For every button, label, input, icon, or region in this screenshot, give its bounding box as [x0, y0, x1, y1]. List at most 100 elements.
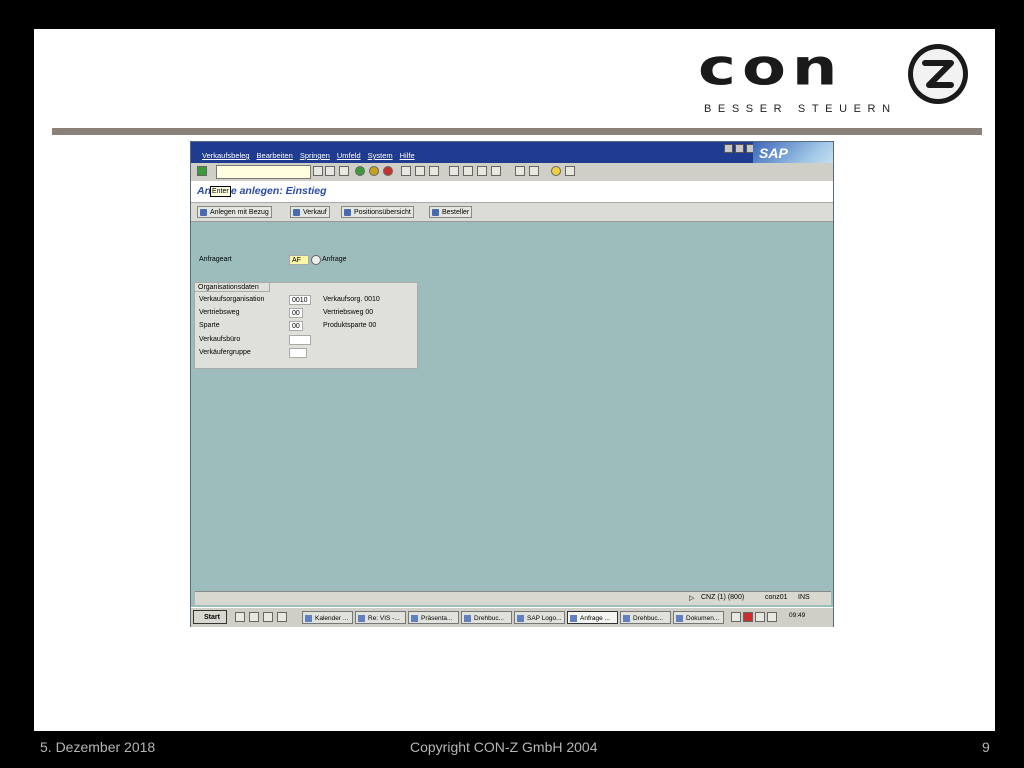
search-help-icon[interactable]	[311, 255, 321, 265]
anfrageart-label: Anfrageart	[199, 256, 232, 263]
footer-copyright: Copyright CON-Z GmbH 2004	[410, 739, 598, 755]
verkaufsorganisation-label: Verkaufsorganisation	[199, 296, 265, 303]
back-icon[interactable]	[355, 166, 365, 176]
calendar-icon	[305, 615, 312, 622]
menu-system[interactable]: System	[368, 151, 393, 160]
standard-toolbar	[191, 163, 833, 182]
task-kalender[interactable]: Kalender ...	[302, 611, 353, 624]
sap-brand-text: SAP	[759, 145, 788, 161]
z-emblem-icon	[908, 44, 968, 104]
status-system: CNZ (1) (800)	[701, 594, 745, 601]
anfrageart-description: Anfrage	[322, 256, 347, 263]
verkaeufergruppe-label: Verkäufergruppe	[199, 349, 251, 356]
find-next-icon[interactable]	[429, 166, 439, 176]
person-icon	[293, 209, 300, 216]
status-bar: ▷ CNZ (1) (800) conz01 INS	[195, 591, 831, 605]
sparte-description: Produktsparte 00	[323, 322, 377, 329]
menu-springen[interactable]: Springen	[300, 151, 330, 160]
besteller-button[interactable]: Besteller	[429, 206, 473, 218]
save-icon[interactable]	[339, 166, 349, 176]
task-sap-logon[interactable]: SAP Logo...	[514, 611, 565, 624]
quicklaunch-desktop-icon[interactable]	[263, 612, 273, 622]
person-icon	[344, 209, 351, 216]
previous-page-icon[interactable]	[463, 166, 473, 176]
task-praesentation[interactable]: Präsenta...	[408, 611, 459, 624]
start-button[interactable]: Start	[193, 610, 227, 624]
application-toolbar: Anlegen mit Bezug Verkauf Positionsübers…	[191, 202, 833, 222]
verkaufsbuero-input[interactable]	[289, 335, 311, 345]
task-re-vis[interactable]: Re: VIS -...	[355, 611, 406, 624]
vertriebsweg-input[interactable]: 00	[289, 308, 303, 318]
menu-bearbeiten[interactable]: Bearbeiten	[257, 151, 293, 160]
logo-wordmark: con	[698, 39, 844, 98]
command-dropdown-icon[interactable]	[313, 166, 323, 176]
command-field[interactable]	[216, 165, 311, 179]
exit-icon[interactable]	[369, 166, 379, 176]
positionsuebersicht-button[interactable]: Positionsübersicht	[341, 206, 414, 218]
con-z-logo: con BESSER STEUERN	[698, 41, 978, 127]
maximize-button[interactable]	[735, 144, 744, 153]
help-icon[interactable]	[551, 166, 561, 176]
vertriebsweg-label: Vertriebsweg	[199, 309, 240, 316]
verkaufsorganisation-input[interactable]: 0010	[289, 295, 311, 305]
cancel-icon[interactable]	[383, 166, 393, 176]
speaker-icon[interactable]	[767, 612, 777, 622]
document-icon	[464, 615, 471, 622]
menu-hilfe[interactable]: Hilfe	[400, 151, 415, 160]
layout-menu-icon[interactable]	[565, 166, 575, 176]
document-icon	[676, 615, 683, 622]
anlegen-mit-bezug-button[interactable]: Anlegen mit Bezug	[197, 206, 272, 218]
minimize-button[interactable]	[724, 144, 733, 153]
shortcut-icon[interactable]	[529, 166, 539, 176]
sap-menubar: Verkaufsbeleg Bearbeiten Springen Umfeld…	[191, 142, 833, 163]
organisationsdaten-group: Organisationsdaten Verkaufsorganisation …	[194, 282, 418, 369]
back-arrow-icon[interactable]	[325, 166, 335, 176]
footer-date: 5. Dezember 2018	[40, 739, 156, 755]
mail-icon	[358, 615, 365, 622]
tray-icon-1[interactable]	[731, 612, 741, 622]
enter-tooltip: Enter	[210, 186, 231, 197]
menu-umfeld[interactable]: Umfeld	[337, 151, 361, 160]
folder-icon	[411, 615, 418, 622]
menu-verkaufsbeleg[interactable]: Verkaufsbeleg	[202, 151, 250, 160]
vertriebsweg-description: Vertriebsweg 00	[323, 309, 374, 316]
new-session-icon[interactable]	[515, 166, 525, 176]
last-page-icon[interactable]	[491, 166, 501, 176]
status-mode: INS	[798, 594, 810, 601]
sap-window: Verkaufsbeleg Bearbeiten Springen Umfeld…	[190, 141, 834, 627]
logo-tagline: BESSER STEUERN	[704, 103, 897, 115]
sap-icon	[517, 615, 524, 622]
task-anfrage[interactable]: Anfrage ...	[567, 611, 618, 624]
find-icon[interactable]	[415, 166, 425, 176]
copy-icon	[200, 209, 207, 216]
screen-title-bar: Anfrage anlegen: Einstieg	[191, 181, 833, 202]
task-drehbuch-1[interactable]: Drehbuc...	[461, 611, 512, 624]
verkauf-button[interactable]: Verkauf	[290, 206, 330, 218]
sap-icon	[570, 615, 577, 622]
quicklaunch-outlook-icon[interactable]	[249, 612, 259, 622]
enter-checkmark-icon[interactable]	[197, 166, 207, 176]
status-expand-icon[interactable]: ▷	[689, 594, 694, 602]
verkaufsorganisation-description: Verkaufsorg. 0010	[323, 296, 380, 303]
footer-page-number: 9	[982, 739, 990, 755]
status-user: conz01	[765, 594, 788, 601]
verkaeufergruppe-input[interactable]	[289, 348, 307, 358]
quicklaunch-ie-icon[interactable]	[235, 612, 245, 622]
tray-icon-2[interactable]	[743, 612, 753, 622]
group-title: Organisationsdaten	[194, 282, 270, 292]
task-dokument[interactable]: Dokumen...	[673, 611, 724, 624]
windows-taskbar: Start Kalender ... Re: VIS -... Präsenta…	[191, 607, 833, 627]
document-icon	[623, 615, 630, 622]
anfrageart-input[interactable]: AF	[289, 255, 309, 265]
first-page-icon[interactable]	[449, 166, 459, 176]
print-icon[interactable]	[401, 166, 411, 176]
sparte-input[interactable]: 00	[289, 321, 303, 331]
quicklaunch-app-icon[interactable]	[277, 612, 287, 622]
task-drehbuch-2[interactable]: Drehbuc...	[620, 611, 671, 624]
sparte-label: Sparte	[199, 322, 220, 329]
next-page-icon[interactable]	[477, 166, 487, 176]
header-divider	[52, 128, 982, 135]
taskbar-clock: 09:49	[789, 612, 806, 619]
tray-icon-3[interactable]	[755, 612, 765, 622]
verkaufsbuero-label: Verkaufsbüro	[199, 336, 241, 343]
